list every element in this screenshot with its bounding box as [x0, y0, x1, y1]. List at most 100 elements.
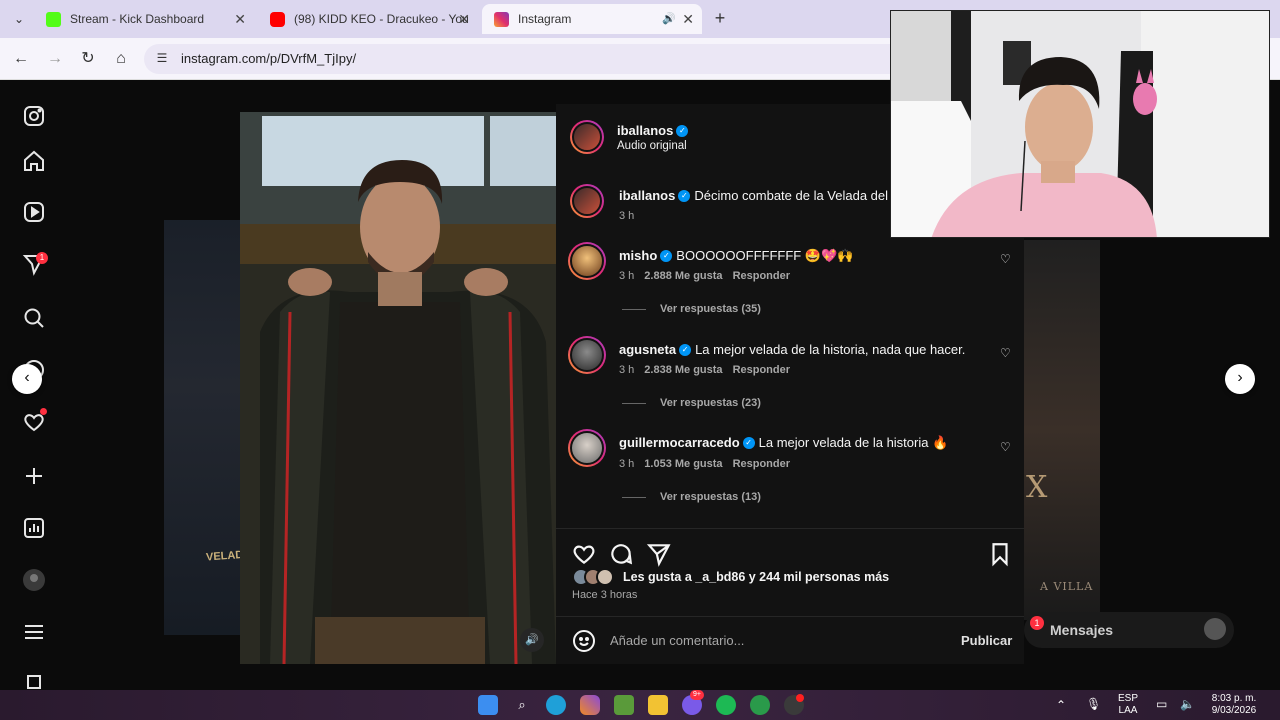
forward-button[interactable]: →: [44, 48, 66, 70]
tab-title: Instagram: [518, 12, 572, 26]
dashboard-icon[interactable]: [22, 516, 46, 540]
like-comment-icon[interactable]: ♡: [1000, 253, 1012, 265]
previous-post-preview: [164, 220, 244, 635]
kick-icon: [46, 12, 61, 27]
view-replies-button[interactable]: Ver respuestas (23): [622, 397, 761, 409]
liker-avatar: [596, 568, 614, 586]
copilot-icon[interactable]: [580, 695, 600, 715]
comment-time: 3 h: [619, 458, 635, 470]
site-info-icon[interactable]: ☰: [154, 51, 170, 67]
clock-time: 8:03 p. m.: [1211, 693, 1257, 704]
back-button[interactable]: ←: [10, 48, 32, 70]
clock-date: 9/03/2026: [1211, 705, 1257, 716]
tab-instagram[interactable]: Instagram 🔊 ✕: [482, 4, 702, 34]
minecraft-icon[interactable]: [614, 695, 634, 715]
language-bottom: LAA: [1118, 705, 1138, 716]
view-replies-label: Ver respuestas (35): [660, 303, 761, 315]
audio-label[interactable]: Audio original: [617, 140, 687, 152]
edge-icon[interactable]: [546, 695, 566, 715]
spotify-icon[interactable]: [716, 695, 736, 715]
clock[interactable]: 8:03 p. m. 9/03/2026: [1204, 693, 1264, 717]
create-icon[interactable]: [22, 464, 46, 488]
webcam-overlay: [890, 10, 1270, 238]
messages-button[interactable]: 1 Mensajes: [1024, 612, 1234, 648]
reply-button[interactable]: Responder: [733, 364, 790, 376]
comment-username[interactable]: guillermocarracedo: [619, 435, 740, 450]
comment-avatar[interactable]: [568, 336, 606, 374]
microphone-icon[interactable]: 🎙: [1086, 698, 1101, 710]
comment-time: 3 h: [619, 270, 635, 282]
post-video[interactable]: 🔊: [240, 112, 556, 664]
instagram-logo-icon[interactable]: [22, 104, 46, 128]
messages-label: Mensajes: [1050, 622, 1114, 638]
network-icon[interactable]: ▭: [1156, 698, 1167, 710]
close-icon[interactable]: ✕: [234, 4, 246, 34]
next-post-button[interactable]: ›: [1225, 364, 1255, 394]
likes-text[interactable]: Les gusta a _a_bd86 y 244 mil personas m…: [623, 570, 889, 584]
reply-button[interactable]: Responder: [733, 458, 790, 470]
comment-icon[interactable]: [608, 541, 634, 567]
app-badge: 9+: [690, 690, 704, 700]
verified-icon: ✓: [742, 436, 755, 449]
home-button[interactable]: ⌂: [110, 48, 132, 70]
post-header: iballanos ✓: [617, 122, 692, 140]
chevron-up-icon[interactable]: ⌃: [1056, 699, 1066, 711]
chrome-icon[interactable]: [750, 695, 770, 715]
comment-input[interactable]: Añade un comentario...: [610, 633, 744, 648]
author-username[interactable]: iballanos: [617, 123, 673, 138]
messages-badge: 1: [1030, 616, 1044, 630]
close-icon[interactable]: ✕: [458, 4, 470, 34]
author-avatar[interactable]: [570, 120, 604, 154]
search-icon[interactable]: ⌕: [512, 695, 532, 715]
caption-avatar[interactable]: [570, 184, 604, 218]
tab-kick[interactable]: Stream - Kick Dashboard ✕: [34, 4, 254, 34]
windows-taskbar: ⌕ 9+ ⌃ 🎙 ESP LAA ▭ 🔈 8:03 p. m. 9/03/202…: [0, 690, 1280, 720]
previous-post-button[interactable]: ‹: [12, 364, 42, 394]
comment-avatar[interactable]: [568, 242, 606, 280]
background-villa-text: A VILLA: [1040, 580, 1094, 593]
activity-dot: [40, 408, 47, 415]
tab-youtube[interactable]: (98) KIDD KEO - Dracukeo - You ✕: [258, 4, 478, 34]
comment-username[interactable]: agusneta: [619, 342, 676, 357]
reels-icon[interactable]: [22, 200, 46, 224]
verified-icon: ✓: [679, 343, 692, 356]
file-explorer-icon[interactable]: [648, 695, 668, 715]
comment-likes[interactable]: 2.838 Me gusta: [644, 364, 722, 376]
save-bookmark-icon[interactable]: [987, 541, 1013, 567]
like-comment-icon[interactable]: ♡: [1000, 441, 1012, 453]
comment-username[interactable]: misho: [619, 248, 657, 263]
close-icon[interactable]: ✕: [682, 4, 694, 34]
tab-search-icon[interactable]: ⌄: [8, 8, 30, 30]
recording-dot: [796, 694, 804, 702]
search-icon[interactable]: [22, 306, 46, 330]
language-indicator[interactable]: ESP LAA: [1114, 693, 1142, 717]
caption-username[interactable]: iballanos: [619, 188, 675, 203]
more-menu-icon[interactable]: [22, 620, 46, 644]
verified-icon: ✓: [676, 124, 689, 137]
comment-likes[interactable]: 1.053 Me gusta: [644, 458, 722, 470]
emoji-icon[interactable]: [572, 629, 596, 653]
like-heart-icon[interactable]: [571, 541, 597, 567]
notification-badge: 1: [36, 252, 48, 264]
view-replies-button[interactable]: Ver respuestas (13): [622, 491, 761, 503]
background-x-text: X: [1026, 470, 1048, 505]
reload-button[interactable]: ↻: [77, 48, 99, 70]
volume-icon[interactable]: 🔊: [520, 628, 544, 652]
comment-text: BOOOOOOFFFFFFF 🤩💖🙌: [676, 248, 854, 263]
verified-icon: ✓: [660, 249, 673, 262]
new-tab-button[interactable]: +: [710, 8, 730, 28]
windows-start-icon[interactable]: [478, 695, 498, 715]
share-icon[interactable]: [646, 541, 672, 567]
speaker-icon[interactable]: 🔊: [662, 4, 676, 34]
post-actions: [556, 528, 1024, 567]
home-icon[interactable]: [22, 149, 46, 173]
reply-button[interactable]: Responder: [733, 270, 790, 282]
profile-avatar[interactable]: [22, 568, 46, 592]
like-comment-icon[interactable]: ♡: [1000, 347, 1012, 359]
publish-button[interactable]: Publicar: [961, 633, 1012, 648]
comment-avatar[interactable]: [568, 429, 606, 467]
comment-likes[interactable]: 2.888 Me gusta: [644, 270, 722, 282]
comment-time: 3 h: [619, 364, 635, 376]
view-replies-button[interactable]: Ver respuestas (35): [622, 303, 761, 315]
volume-icon[interactable]: 🔈: [1180, 698, 1195, 710]
